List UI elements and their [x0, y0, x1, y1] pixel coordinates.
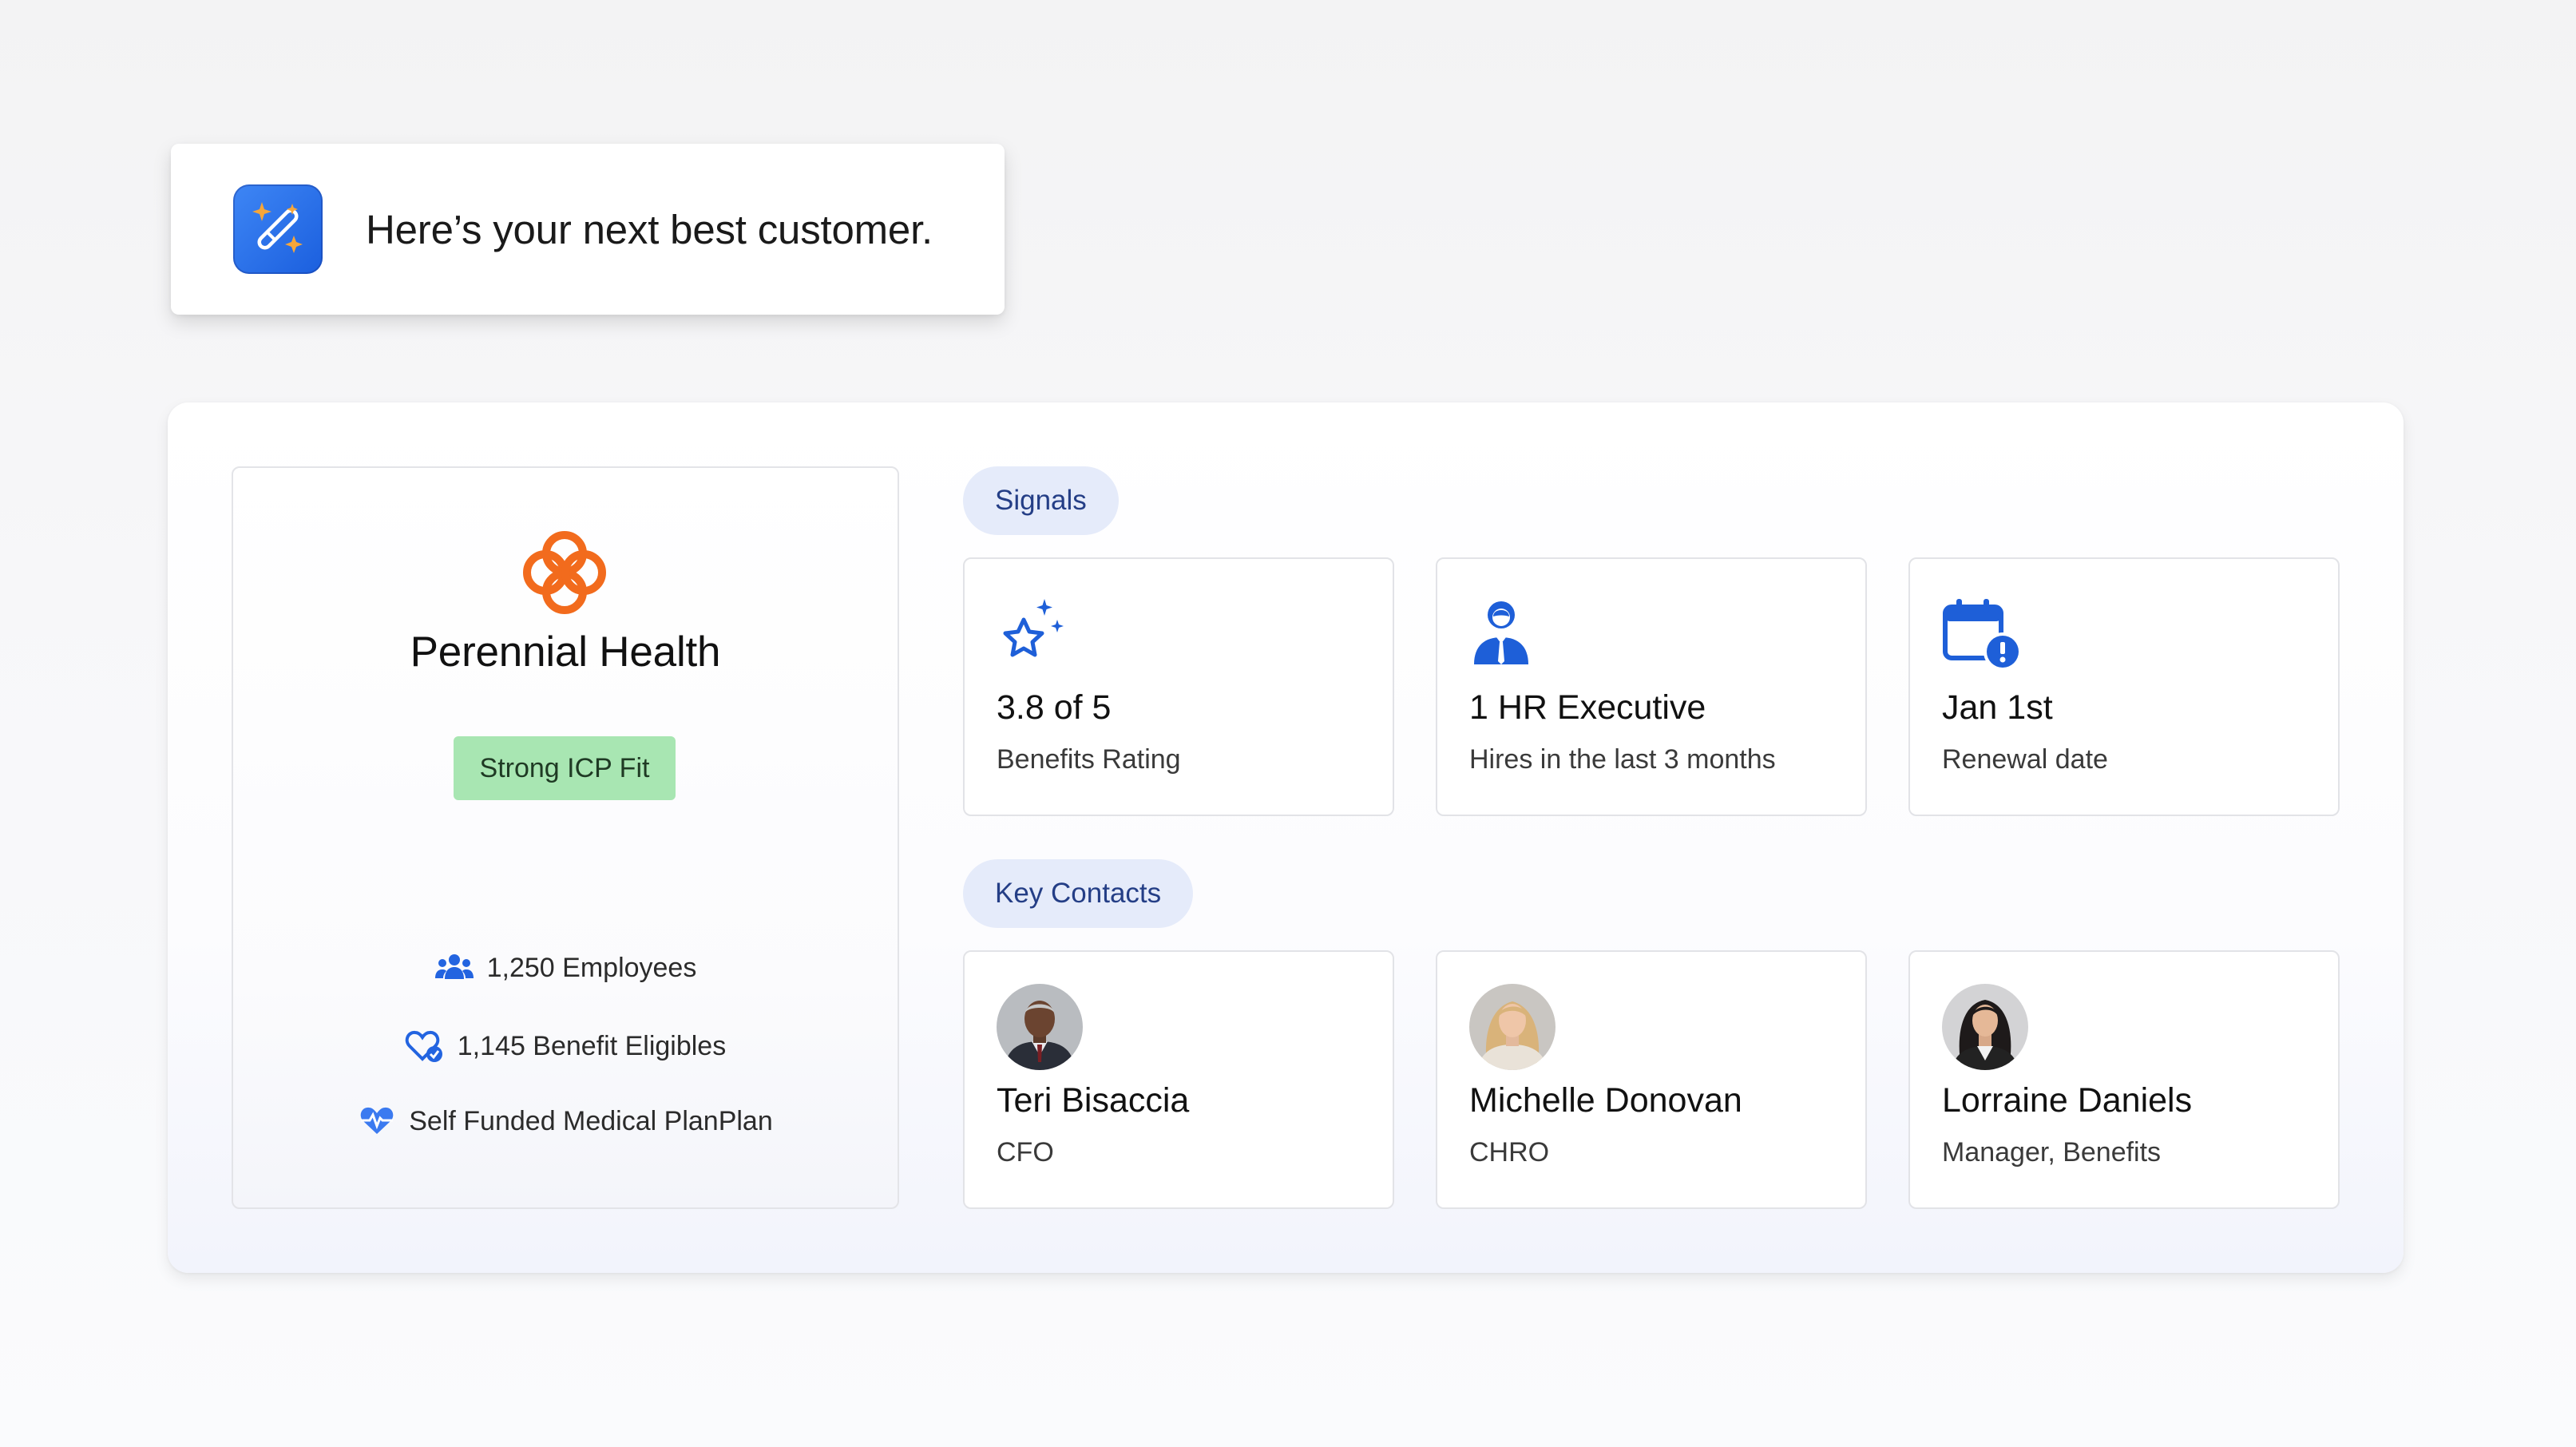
magic-wand-sparkles-icon: [233, 184, 323, 274]
contact-card[interactable]: Michelle Donovan CHRO: [1436, 950, 1867, 1209]
star-sparkle-icon: [1003, 599, 1064, 657]
stat-funding: Self Funded Medical PlanPlan: [233, 1105, 898, 1137]
contact-title: CFO: [997, 1137, 1054, 1168]
signal-tile-benefits-rating: 3.8 of 5 Benefits Rating: [963, 557, 1394, 816]
signal-tile-renewal-date: Jan 1st Renewal date: [1908, 557, 2340, 816]
flower-logo-icon: [523, 531, 606, 614]
customer-card: Perennial Health Strong ICP Fit 1,250 Em…: [168, 402, 2404, 1273]
avatar: [997, 984, 1083, 1070]
signal-label: Renewal date: [1942, 744, 2108, 775]
avatar: [1942, 984, 2028, 1070]
stat-benefit-eligibles-text: 1,145 Benefit Eligibles: [457, 1030, 727, 1061]
signal-label: Hires in the last 3 months: [1469, 744, 1776, 775]
hr-executive-icon: [1474, 601, 1528, 664]
stat-benefit-eligibles: 1,145 Benefit Eligibles: [233, 1029, 898, 1064]
signal-value: 3.8 of 5: [997, 688, 1112, 727]
contact-name: Michelle Donovan: [1469, 1081, 1742, 1120]
contact-card[interactable]: Lorraine Daniels Manager, Benefits: [1908, 950, 2340, 1209]
stat-funding-text: Self Funded Medical PlanPlan: [409, 1105, 773, 1136]
contact-name: Teri Bisaccia: [997, 1081, 1190, 1120]
contact-title: CHRO: [1469, 1137, 1550, 1168]
signal-label: Benefits Rating: [997, 744, 1181, 775]
banner-text: Here’s your next best customer.: [366, 206, 933, 252]
signal-value: Jan 1st: [1942, 688, 2053, 727]
stat-employees-text: 1,250 Employees: [486, 952, 697, 983]
signal-value: 1 HR Executive: [1469, 688, 1706, 727]
company-card: Perennial Health Strong ICP Fit 1,250 Em…: [232, 466, 899, 1209]
contact-card[interactable]: Teri Bisaccia CFO: [963, 950, 1394, 1209]
contact-title: Manager, Benefits: [1942, 1137, 2162, 1168]
people-icon: [434, 954, 474, 979]
signals-label: Signals: [963, 466, 1119, 535]
signal-tile-hr-executive: 1 HR Executive Hires in the last 3 month…: [1436, 557, 1867, 816]
avatar: [1469, 984, 1556, 1070]
heart-pulse-icon: [360, 1107, 394, 1134]
contact-name: Lorraine Daniels: [1942, 1081, 2193, 1120]
next-best-customer-banner: Here’s your next best customer.: [171, 144, 1005, 315]
company-name: Perennial Health: [410, 628, 721, 676]
key-contacts-label: Key Contacts: [963, 859, 1194, 928]
heart-check-icon: [405, 1030, 442, 1062]
stat-employees: 1,250 Employees: [233, 952, 898, 984]
calendar-alert-icon: [1943, 599, 2022, 671]
icp-fit-badge: Strong ICP Fit: [454, 736, 676, 800]
